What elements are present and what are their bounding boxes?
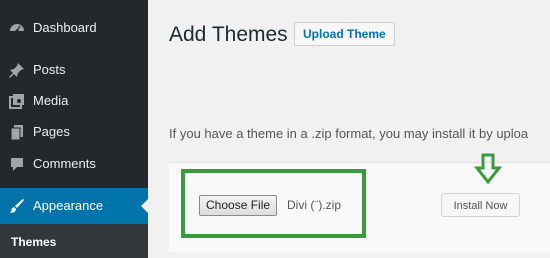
- down-arrow-icon: [474, 153, 502, 185]
- sidebar-item-comments[interactable]: Comments: [0, 146, 148, 182]
- page-title: Add Themes: [169, 23, 288, 46]
- choose-file-button[interactable]: Choose File: [199, 195, 278, 216]
- sidebar-item-dashboard[interactable]: Dashboard: [0, 10, 148, 46]
- pin-icon: [7, 60, 27, 80]
- sidebar-item-pages[interactable]: Pages: [0, 114, 148, 150]
- sidebar-item-label: Media: [33, 93, 69, 108]
- admin-sidebar: Dashboard Posts Media Pages Comments App…: [0, 0, 148, 258]
- sidebar-item-label: Posts: [33, 62, 66, 77]
- selected-file-name: Divi (¨).zip: [287, 198, 341, 212]
- sidebar-item-appearance[interactable]: Appearance: [0, 188, 148, 224]
- upload-theme-button[interactable]: Upload Theme: [294, 22, 395, 46]
- appearance-brush-icon: [7, 196, 27, 216]
- appearance-submenu: Themes: [0, 224, 148, 258]
- install-now-button[interactable]: Install Now: [441, 193, 520, 217]
- sidebar-item-label: Appearance: [33, 198, 104, 213]
- media-icon: [7, 91, 27, 111]
- dashboard-icon: [7, 18, 27, 38]
- pages-icon: [7, 122, 27, 142]
- comments-icon: [7, 154, 27, 174]
- sidebar-item-label: Comments: [33, 156, 96, 171]
- submenu-item-themes[interactable]: Themes: [11, 235, 56, 249]
- upload-description: If you have a theme in a .zip format, yo…: [169, 126, 529, 141]
- sidebar-item-label: Dashboard: [33, 20, 97, 35]
- sidebar-item-label: Pages: [33, 124, 70, 139]
